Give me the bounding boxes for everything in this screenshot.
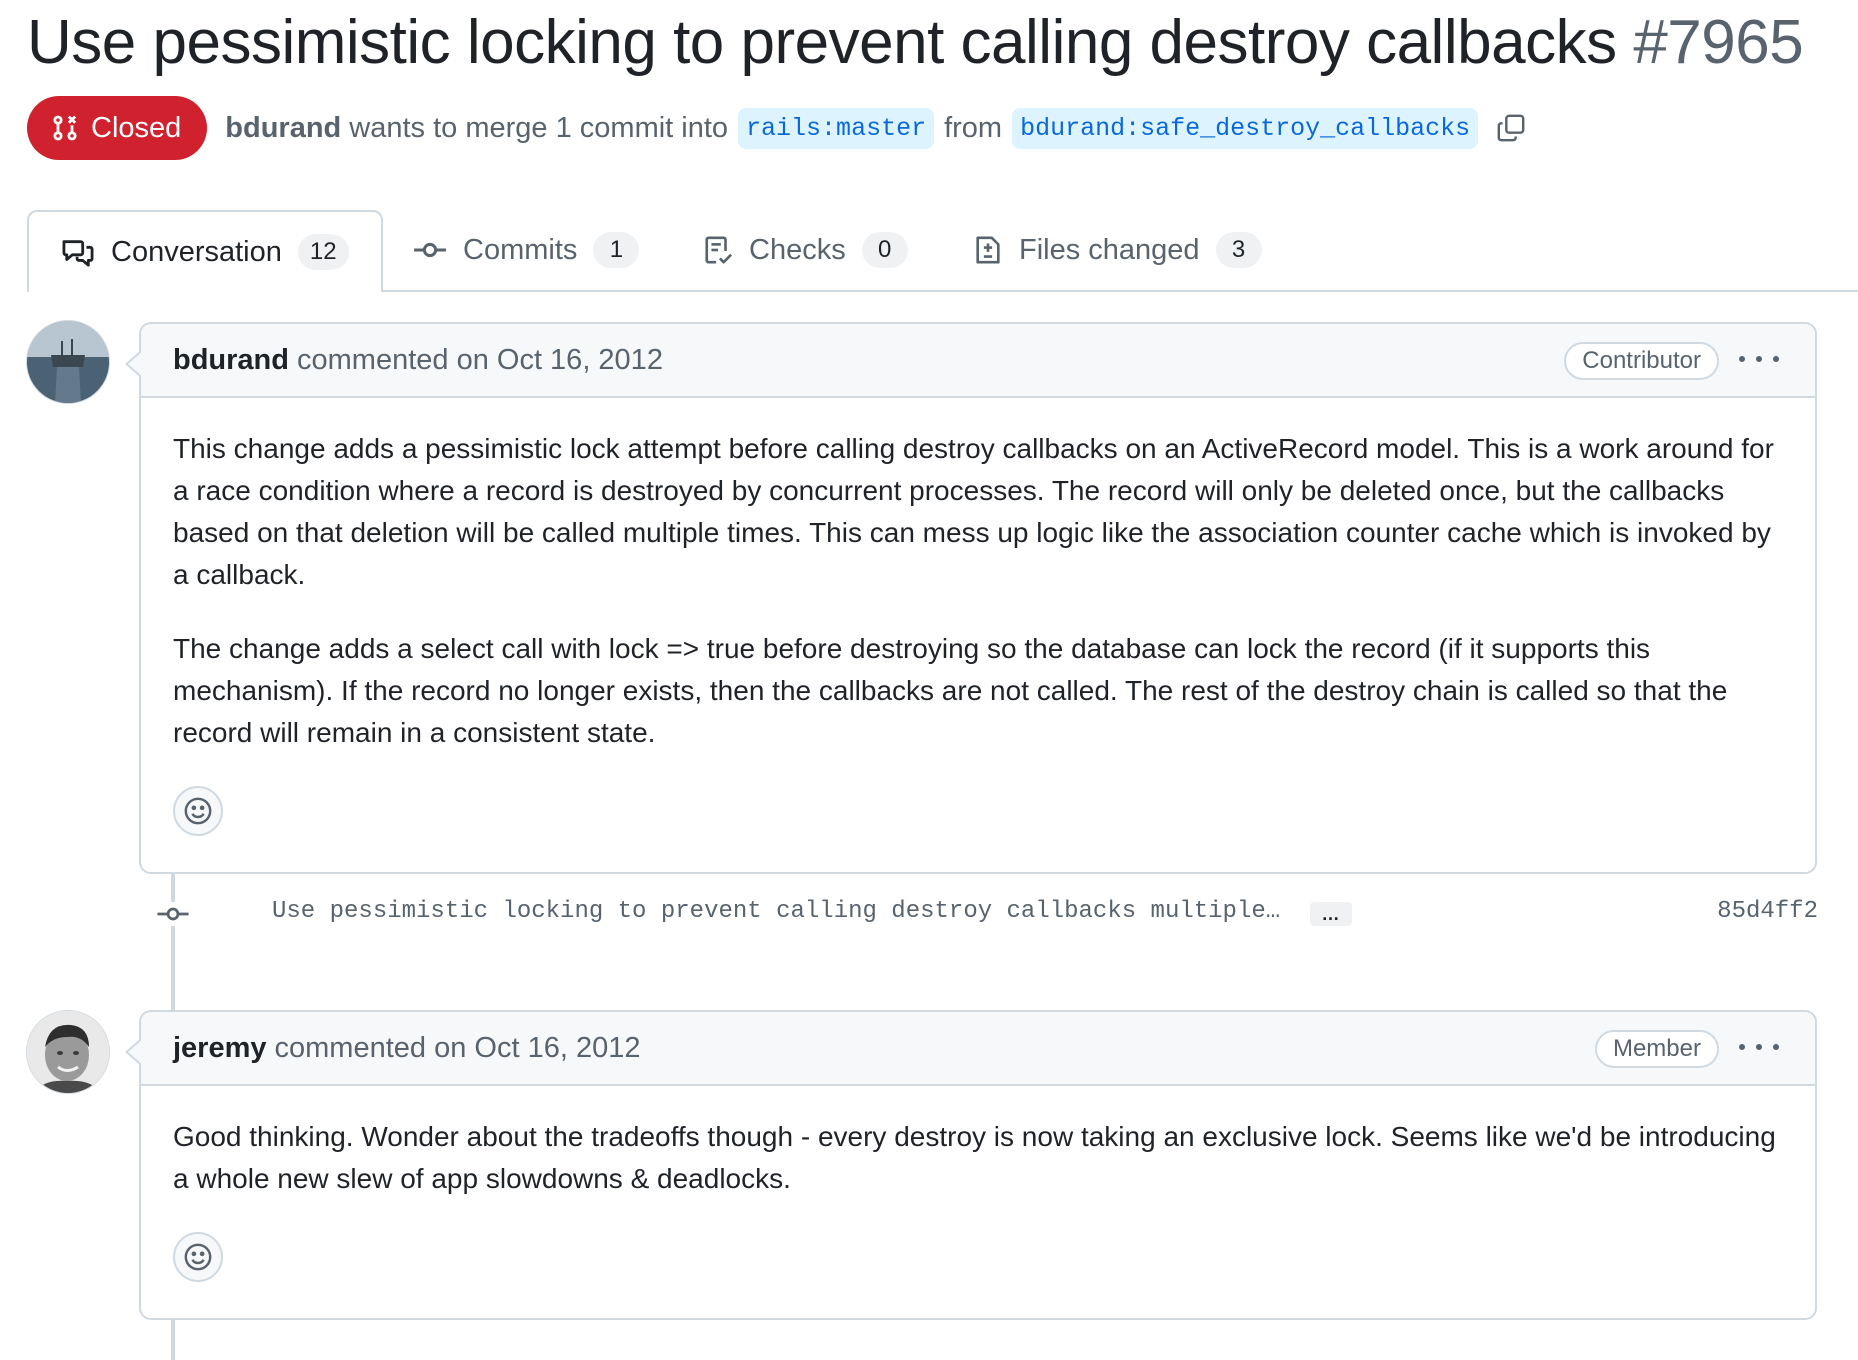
comment-discussion-icon bbox=[62, 240, 94, 267]
comment-paragraph: The change adds a select call with lock … bbox=[173, 633, 1728, 748]
comment-header: jeremy commented on Oct 16, 2012 Member bbox=[141, 1012, 1815, 1086]
state-label: Closed bbox=[91, 111, 182, 144]
tab-counter: 0 bbox=[861, 232, 908, 268]
avatar[interactable] bbox=[26, 320, 110, 404]
head-branch[interactable]: bdurand:safe_destroy_callbacks bbox=[1012, 107, 1479, 149]
comment-jeremy: jeremy commented on Oct 16, 2012 Member … bbox=[125, 1010, 1817, 1320]
tab-label: Conversation bbox=[111, 235, 282, 268]
comment-paragraph: Good thinking. Wonder about the tradeoff… bbox=[173, 1121, 1776, 1194]
tab-conversation[interactable]: Conversation 12 bbox=[27, 210, 383, 292]
avatar-image-jeremy bbox=[27, 1011, 109, 1093]
git-pull-request-closed-icon bbox=[53, 115, 77, 141]
tab-label: Files changed bbox=[1019, 233, 1200, 266]
commit-expand-button[interactable]: … bbox=[1310, 902, 1352, 926]
tab-commits[interactable]: Commits 1 bbox=[413, 210, 640, 290]
tab-counter: 1 bbox=[593, 232, 640, 268]
pr-author[interactable]: bdurand bbox=[225, 112, 341, 145]
comment-body: This change adds a pessimistic lock atte… bbox=[141, 398, 1815, 754]
pr-meta: Closed bdurand wants to merge 1 commit i… bbox=[27, 96, 1526, 160]
comment-paragraph: This change adds a pessimistic lock atte… bbox=[173, 433, 1774, 590]
smiley-icon bbox=[184, 797, 212, 825]
role-badge: Member bbox=[1594, 1030, 1719, 1068]
checklist-icon bbox=[705, 236, 733, 264]
tab-label: Checks bbox=[749, 233, 846, 266]
tab-nav: Conversation 12 Commits 1 Checks 0 Files… bbox=[27, 210, 1858, 292]
merge-text: wants to merge 1 commit into bbox=[349, 111, 729, 144]
base-branch[interactable]: rails:master bbox=[738, 107, 935, 149]
commit-sha[interactable]: 85d4ff2 bbox=[1717, 898, 1818, 925]
tab-files-changed[interactable]: Files changed 3 bbox=[973, 210, 1262, 290]
from-text: from bbox=[944, 111, 1003, 144]
comment-author[interactable]: bdurand bbox=[173, 344, 289, 377]
add-reaction-button[interactable] bbox=[173, 1232, 223, 1282]
copy-icon[interactable] bbox=[1496, 113, 1526, 143]
commit-message[interactable]: Use pessimistic locking to prevent calli… bbox=[272, 898, 1280, 925]
tab-checks[interactable]: Checks 0 bbox=[703, 210, 908, 290]
comment-author[interactable]: jeremy bbox=[173, 1032, 267, 1065]
pr-title: Use pessimistic locking to prevent calli… bbox=[27, 4, 1804, 82]
role-badge: Contributor bbox=[1564, 342, 1719, 380]
state-badge: Closed bbox=[27, 96, 208, 160]
comment-body: Good thinking. Wonder about the tradeoff… bbox=[141, 1086, 1815, 1200]
tab-counter: 3 bbox=[1215, 232, 1262, 268]
smiley-icon bbox=[184, 1243, 212, 1271]
pr-title-text: Use pessimistic locking to prevent calli… bbox=[27, 8, 1617, 77]
tab-counter: 12 bbox=[297, 234, 349, 270]
kebab-menu-icon[interactable] bbox=[1739, 348, 1779, 370]
add-reaction-button[interactable] bbox=[173, 786, 223, 836]
git-commit-icon bbox=[155, 902, 191, 926]
comment-timestamp[interactable]: commented on Oct 16, 2012 bbox=[275, 1032, 641, 1065]
pr-number: #7965 bbox=[1633, 8, 1804, 77]
tab-label: Commits bbox=[463, 233, 578, 266]
file-diff-icon bbox=[976, 236, 1000, 264]
git-commit-icon bbox=[414, 242, 446, 258]
avatar-image-bdurand bbox=[27, 321, 109, 403]
comment-header: bdurand commented on Oct 16, 2012 Contri… bbox=[141, 324, 1815, 398]
avatar[interactable] bbox=[26, 1010, 110, 1094]
comment-bdurand: bdurand commented on Oct 16, 2012 Contri… bbox=[125, 322, 1817, 874]
comment-timestamp[interactable]: commented on Oct 16, 2012 bbox=[297, 344, 663, 377]
kebab-menu-icon[interactable] bbox=[1739, 1036, 1779, 1058]
